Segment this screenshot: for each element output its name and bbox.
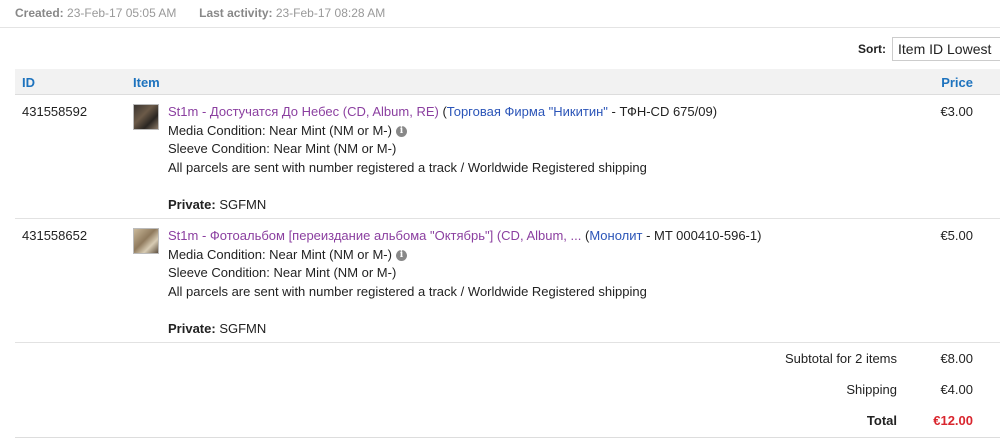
media-condition: Media Condition: Near Mint (NM or M-) [168, 246, 392, 262]
release-thumbnail[interactable] [133, 104, 159, 130]
private-label: Private: [168, 320, 216, 336]
sort-label: Sort: [858, 42, 886, 56]
created-value: 23-Feb-17 05:05 AM [67, 6, 177, 20]
sleeve-condition: Sleeve Condition: Near Mint (NM or M-) [168, 265, 397, 280]
total-row: Total €12.00 [600, 413, 1000, 433]
table-row: 431558592 St1m - Достучатся До Небес (CD… [15, 95, 1000, 219]
shipping-value: €4.00 [940, 382, 973, 397]
item-id: 431558592 [22, 104, 88, 119]
shipping-note: All parcels are sent with number registe… [168, 159, 647, 175]
sleeve-condition: Sleeve Condition: Near Mint (NM or M-) [168, 141, 397, 156]
order-summary: Subtotal for 2 items €8.00 Shipping €4.0… [15, 343, 1000, 438]
last-activity-label: Last activity: [199, 6, 273, 20]
order-meta: Created: 23-Feb-17 05:05 AM Last activit… [15, 6, 385, 20]
total-label: Total [866, 413, 897, 428]
column-header-id[interactable]: ID [22, 75, 35, 90]
info-icon[interactable]: i [395, 125, 407, 137]
column-header-item[interactable]: Item [133, 75, 160, 90]
total-value: €12.00 [933, 413, 973, 428]
shipping-note: All parcels are sent with number registe… [168, 283, 647, 299]
subtotal-row: Subtotal for 2 items €8.00 [600, 351, 1000, 371]
item-description: St1m - Фотоальбом [переиздание альбома "… [168, 227, 928, 338]
shipping-row: Shipping €4.00 [600, 382, 1000, 402]
table-row: 431558652 St1m - Фотоальбом [переиздание… [15, 219, 1000, 343]
item-price: €5.00 [940, 228, 973, 243]
private-value: SGFMN [215, 320, 267, 336]
sort-select[interactable]: Item ID Lowest [892, 37, 1000, 61]
subtotal-label: Subtotal for 2 items [785, 351, 897, 366]
label-link[interactable]: Монолит [589, 228, 642, 243]
private-value: SGFMN [215, 196, 267, 212]
table-header: ID Item Price [15, 69, 1000, 95]
release-title-link[interactable]: St1m - Фотоальбом [переиздание альбома "… [168, 228, 581, 243]
item-price: €3.00 [940, 104, 973, 119]
release-title-link[interactable]: St1m - Достучатся До Небес (CD, Album, R… [168, 104, 439, 119]
item-id: 431558652 [22, 228, 88, 243]
shipping-label: Shipping [846, 382, 897, 397]
created-label: Created: [15, 6, 64, 20]
last-activity-value: 23-Feb-17 08:28 AM [275, 6, 386, 20]
catalog-number: - MT 000410-596-1) [642, 228, 762, 243]
column-header-price[interactable]: Price [941, 75, 973, 90]
paren-open: ( [438, 104, 447, 119]
media-condition: Media Condition: Near Mint (NM or M-) [168, 122, 392, 138]
release-thumbnail[interactable] [133, 228, 159, 254]
catalog-number: - ТФН-CD 675/09) [607, 104, 718, 119]
divider [0, 27, 1000, 28]
subtotal-value: €8.00 [940, 351, 973, 366]
sort-control: Sort: Item ID Lowest [858, 37, 1000, 61]
private-label: Private: [168, 196, 216, 212]
label-link[interactable]: Торговая Фирма "Никитин" [447, 104, 608, 119]
info-icon[interactable]: i [395, 249, 407, 261]
item-description: St1m - Достучатся До Небес (CD, Album, R… [168, 103, 928, 214]
